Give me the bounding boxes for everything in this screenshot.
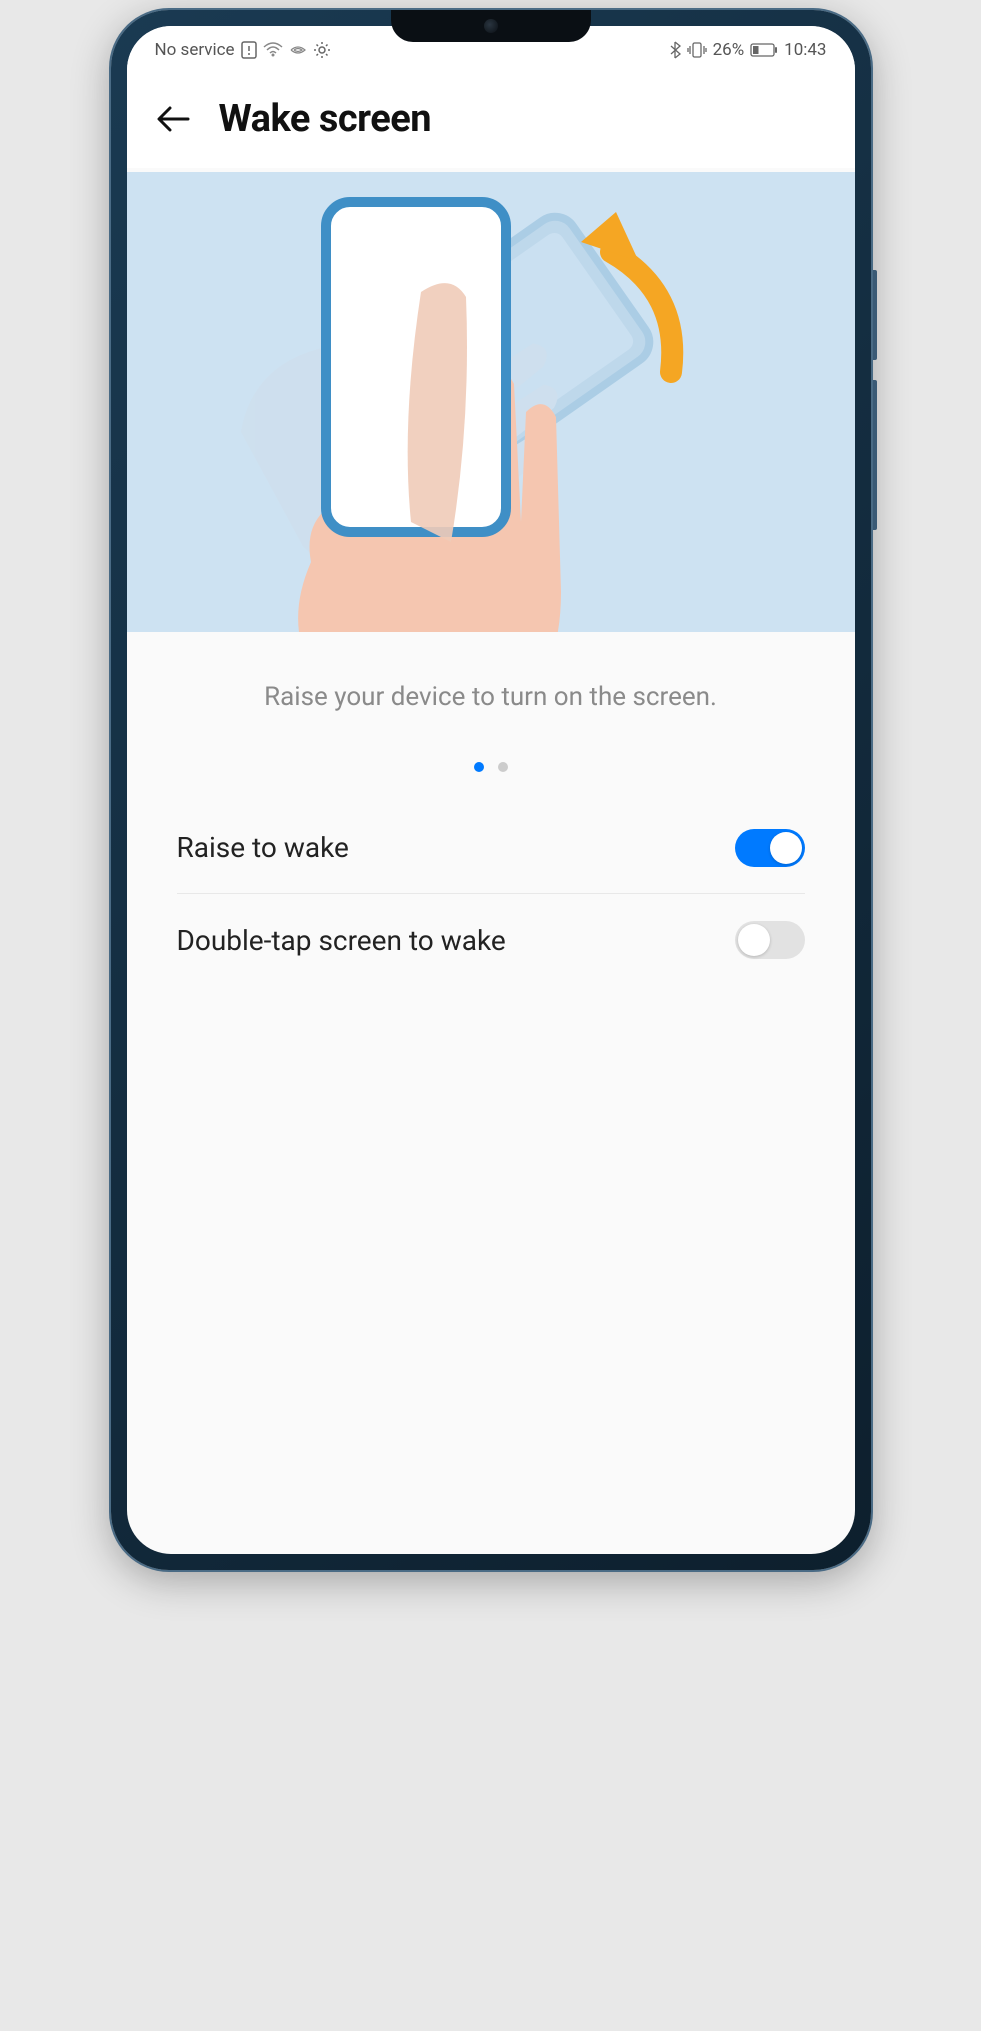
- pager-dot-0[interactable]: [474, 762, 484, 772]
- volume-up-button[interactable]: [873, 270, 877, 360]
- toggle-knob: [770, 832, 802, 864]
- setting-double-tap-to-wake: Double-tap screen to wake: [177, 894, 805, 986]
- display-notch: [391, 10, 591, 42]
- clock-text: 10:43: [784, 40, 826, 60]
- battery-percent-text: 26%: [713, 40, 745, 60]
- pager[interactable]: [127, 742, 855, 802]
- setting-raise-to-wake: Raise to wake: [177, 802, 805, 894]
- setting-label: Double-tap screen to wake: [177, 924, 506, 957]
- back-button[interactable]: [155, 101, 191, 137]
- setting-label: Raise to wake: [177, 831, 349, 864]
- battery-icon: [750, 43, 778, 57]
- feature-illustration[interactable]: [127, 172, 855, 632]
- arrow-left-icon: [156, 105, 190, 133]
- page-title: Wake screen: [219, 97, 432, 141]
- bluetooth-icon: [669, 41, 681, 59]
- vibrate-icon: [687, 41, 707, 59]
- illustration-caption: Raise your device to turn on the screen.: [127, 632, 855, 742]
- signal-icon: [289, 42, 307, 58]
- pager-dot-1[interactable]: [498, 762, 508, 772]
- device-frame: No service: [111, 10, 871, 1570]
- service-status-text: No service: [155, 40, 235, 60]
- sim-alert-icon: [241, 41, 257, 59]
- toggle-raise-to-wake[interactable]: [735, 829, 805, 867]
- toggle-knob: [738, 924, 770, 956]
- screen: No service: [127, 26, 855, 1554]
- volume-down-button[interactable]: [873, 380, 877, 530]
- raise-to-wake-illustration: [127, 172, 855, 632]
- page-header: Wake screen: [127, 70, 855, 168]
- settings-list: Raise to wake Double-tap screen to wake: [127, 802, 855, 986]
- toggle-double-tap-to-wake[interactable]: [735, 921, 805, 959]
- gear-icon: [313, 41, 331, 59]
- wifi-icon: [263, 42, 283, 58]
